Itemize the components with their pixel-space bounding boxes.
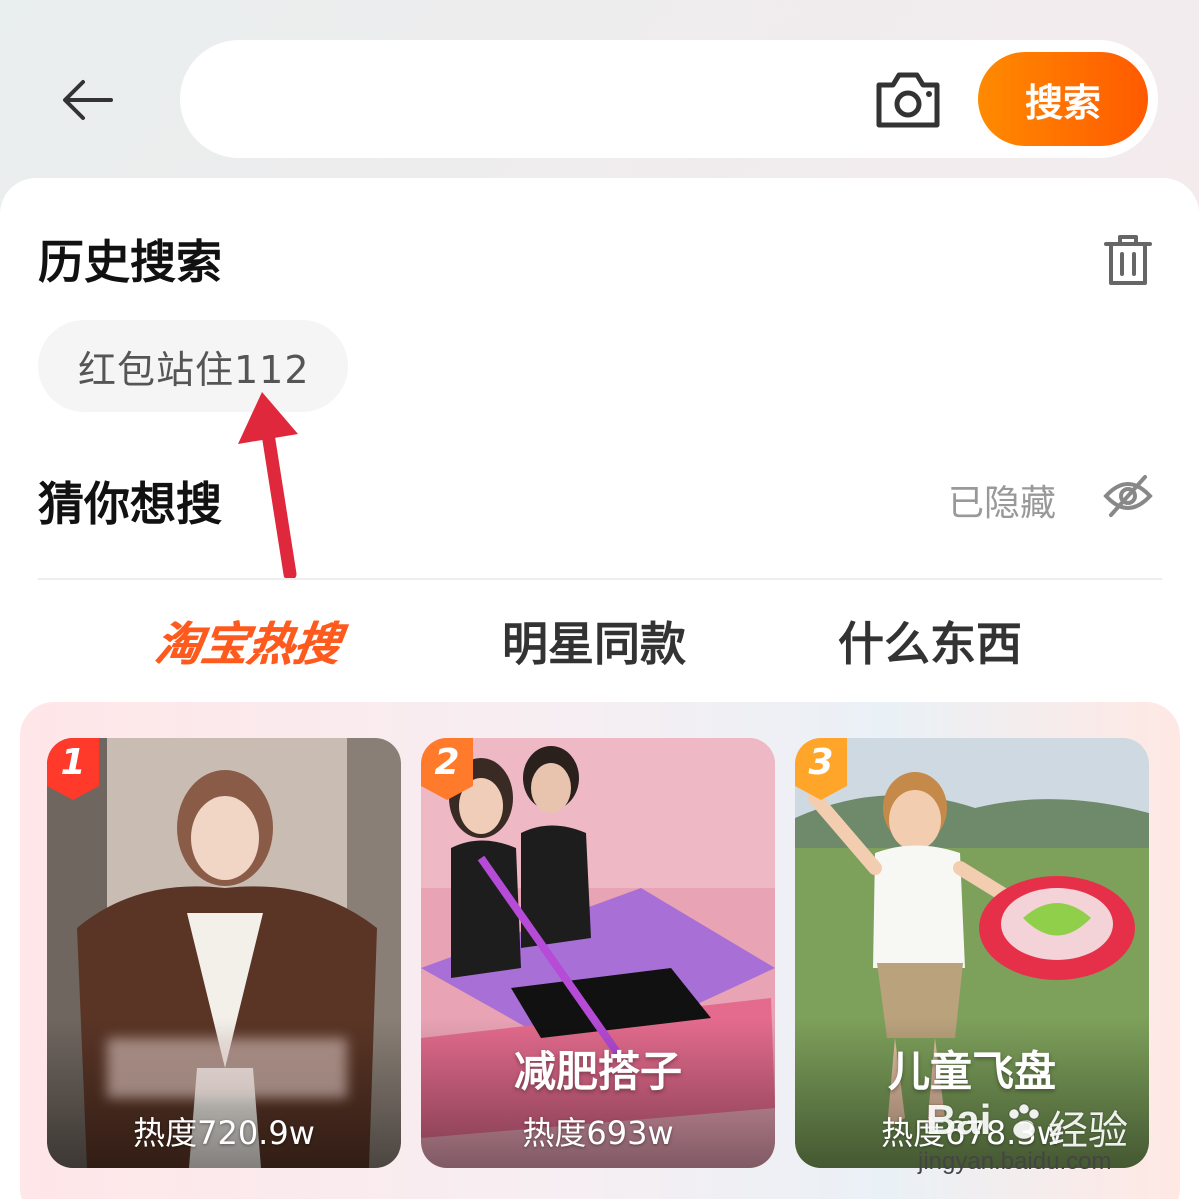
- heat-value: 热度720.9w: [133, 1114, 315, 1152]
- tab-taobao-hot[interactable]: 淘宝热搜: [151, 608, 344, 674]
- clear-history-button[interactable]: [1100, 230, 1156, 290]
- divider: [38, 578, 1162, 580]
- eye-off-icon: [1103, 475, 1153, 517]
- guess-title: 猜你想搜: [38, 477, 222, 531]
- watermark-url: jingyan.baidu.com: [918, 1148, 1112, 1175]
- item-title: 减肥搭子: [513, 1047, 682, 1096]
- hot-item-card[interactable]: 2 减肥搭子 热度693w: [421, 738, 775, 1168]
- paw-icon: [1008, 1103, 1040, 1140]
- item-title: 儿童飞盘: [887, 1047, 1056, 1096]
- rank-number: 2: [434, 742, 460, 783]
- search-bar: 搜索: [180, 40, 1158, 158]
- search-button[interactable]: 搜索: [978, 52, 1148, 146]
- watermark-brand: Bai: [926, 1096, 992, 1143]
- search-panel: 历史搜索 红包站住112 猜你想搜 已隐藏 淘宝热搜 明星同款 什么东西 1 热…: [0, 178, 1199, 1199]
- tab-celebrity-style[interactable]: 明星同款: [502, 608, 686, 674]
- camera-search-button[interactable]: [872, 68, 944, 132]
- back-button[interactable]: [58, 72, 118, 128]
- heat-value: 热度693w: [522, 1114, 674, 1152]
- rank-number: 1: [60, 742, 86, 783]
- hot-item-card[interactable]: 1 热度720.9w: [47, 738, 401, 1168]
- annotation-arrow: [238, 392, 298, 580]
- tab-what-is-it[interactable]: 什么东西: [838, 608, 1022, 674]
- rank-number: 3: [808, 742, 834, 783]
- baidu-watermark: Bai 经验 jingyan.baidu.com: [918, 1096, 1148, 1196]
- toggle-visibility-button[interactable]: [1102, 474, 1154, 518]
- trash-icon: [1104, 235, 1152, 285]
- camera-icon: [876, 72, 940, 128]
- hidden-label[interactable]: 已隐藏: [948, 474, 1056, 526]
- blurred-title: [107, 1038, 347, 1098]
- search-input[interactable]: [220, 70, 860, 128]
- arrow-left-icon: [63, 80, 113, 120]
- history-title: 历史搜索: [38, 235, 222, 289]
